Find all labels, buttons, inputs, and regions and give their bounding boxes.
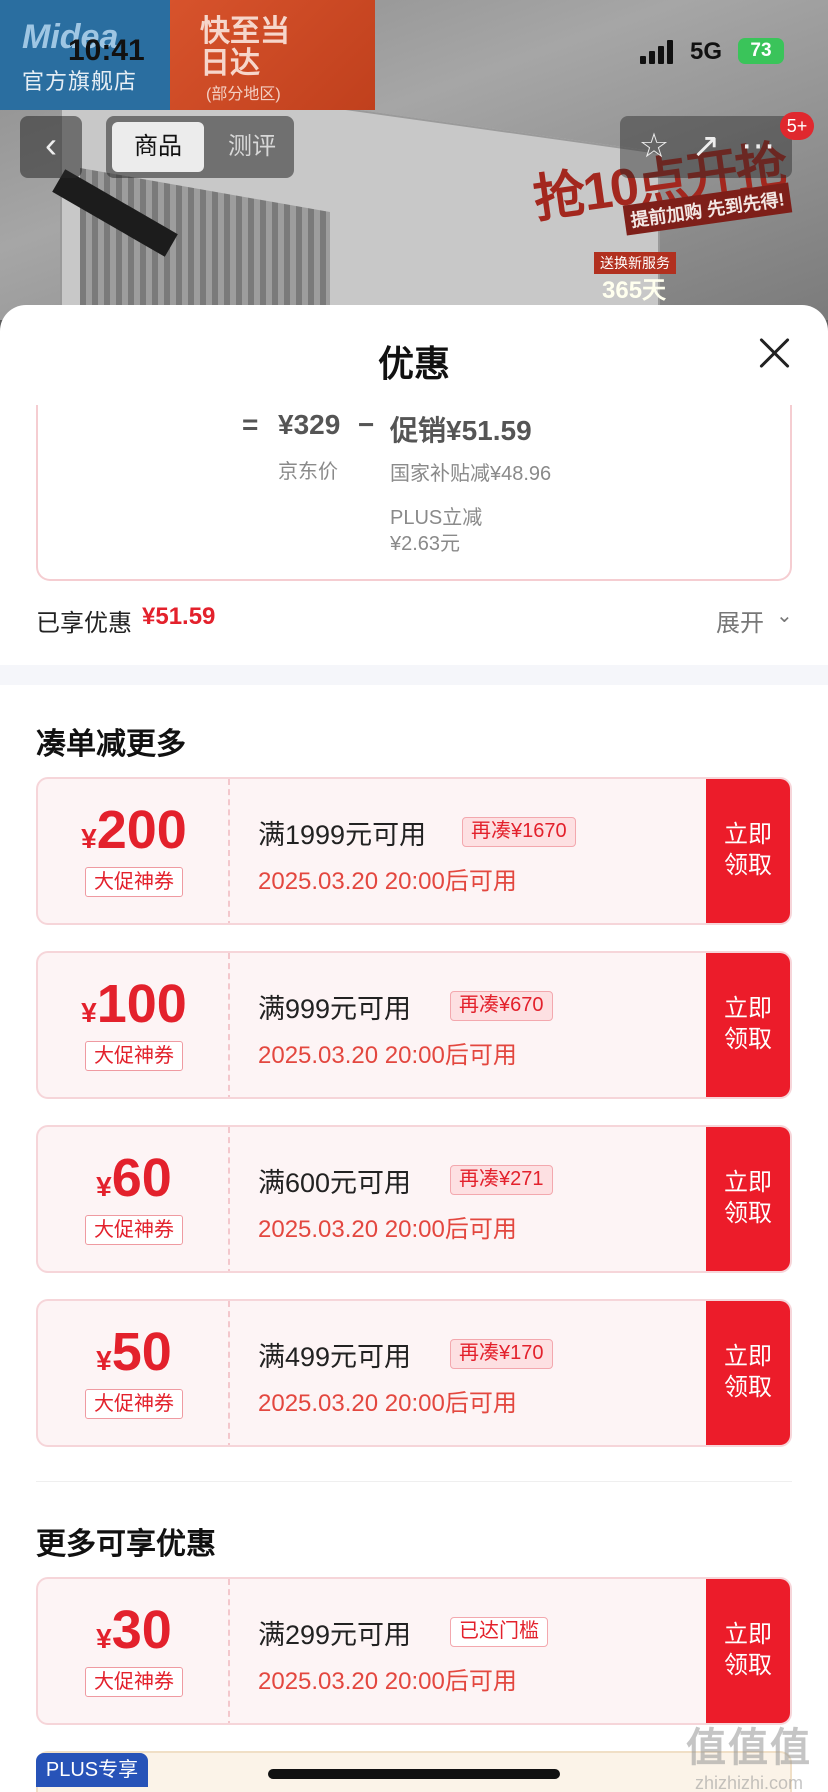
coupon-condition: 满600元可用: [258, 1168, 412, 1198]
plus-discount-value: ¥2.63元: [390, 533, 461, 555]
coupon-card: ¥60 大促神券 满600元可用 再凑¥271 2025.03.20 20:00…: [36, 1125, 792, 1273]
tab-product[interactable]: 商品: [112, 122, 204, 172]
tab-switcher: 商品 测评: [106, 116, 294, 178]
coupon-amount: ¥200: [81, 800, 187, 860]
minus-sign: −: [358, 409, 375, 440]
discount-sheet: 优惠 = ¥329 − 促销¥51.59 京东价 国家补贴减¥48.96 PLU…: [0, 305, 828, 1792]
status-time: 10:41: [68, 34, 145, 67]
close-icon[interactable]: [756, 335, 792, 371]
coupon-condition: 满1999元可用: [258, 820, 427, 850]
promo-days: 365天: [602, 277, 667, 304]
coupon-card: ¥200 大促神券 满1999元可用 再凑¥1670 2025.03.20 20…: [36, 777, 792, 925]
coupon-card: ¥50 大促神券 满499元可用 再凑¥170 2025.03.20 20:00…: [36, 1299, 792, 1447]
coupon-gap-pill: 再凑¥1670: [462, 817, 576, 847]
enjoyed-label: 已享优惠: [36, 610, 132, 637]
coupon-tag: 大促神券: [85, 1389, 183, 1419]
coupon-amount-area: ¥30 大促神券: [38, 1579, 230, 1723]
coupon-tag: 大促神券: [85, 1215, 183, 1245]
brand-name: 官方旗舰店: [22, 69, 138, 94]
signal-icon: [640, 40, 676, 64]
coupon-condition: 满999元可用: [258, 994, 412, 1024]
notification-badge: 5+: [780, 112, 814, 140]
section-divider: [0, 665, 828, 685]
coupon-time: 2025.03.20 20:00后可用: [258, 868, 517, 895]
chevron-down-icon[interactable]: ⌄: [776, 603, 793, 628]
claim-button[interactable]: 立即 领取: [706, 1301, 790, 1445]
coupon-card: ¥30 大促神券 满299元可用 已达门槛 2025.03.20 20:00后可…: [36, 1577, 792, 1725]
claim-button[interactable]: 立即 领取: [706, 1127, 790, 1271]
equals-sign: =: [242, 409, 259, 440]
promo-amount: 促销¥51.59: [390, 415, 532, 446]
coupon-amount-area: ¥60 大促神券: [38, 1127, 230, 1271]
coupon-time: 2025.03.20 20:00后可用: [258, 1216, 517, 1243]
section-title-more-available: 更多可享优惠: [36, 1528, 216, 1561]
coupon-amount: ¥50: [96, 1322, 172, 1382]
network-type: 5G: [690, 38, 723, 65]
coupon-amount: ¥100: [81, 974, 187, 1034]
chevron-left-icon: ‹: [45, 124, 57, 165]
tab-review[interactable]: 测评: [212, 122, 292, 172]
claim-button[interactable]: 立即 领取: [706, 953, 790, 1097]
watermark-url: zhizhizhi.com: [694, 1773, 804, 1792]
section-title-more-discounts: 凑单减更多: [36, 728, 186, 761]
coupon-time: 2025.03.20 20:00后可用: [258, 1042, 517, 1069]
coupon-amount: ¥60: [96, 1148, 172, 1208]
section-separator: [36, 1481, 792, 1482]
plus-discount-label: PLUS立减: [390, 507, 483, 529]
battery-icon: 73: [738, 38, 784, 64]
more-icon[interactable]: ⋯: [738, 126, 778, 166]
sheet-title: 优惠: [377, 343, 450, 384]
subsidy-line: 国家补贴减¥48.96: [390, 463, 552, 485]
coupon-time: 2025.03.20 20:00后可用: [258, 1390, 517, 1417]
coupon-tag: 大促神券: [85, 867, 183, 897]
coupon-time: 2025.03.20 20:00后可用: [258, 1668, 517, 1695]
coupon-gap-pill: 再凑¥670: [450, 991, 553, 1021]
watermark-logo: 值值值: [686, 1726, 812, 1770]
coupon-gap-pill: 再凑¥170: [450, 1339, 553, 1369]
coupon-card: ¥100 大促神券 满999元可用 再凑¥670 2025.03.20 20:0…: [36, 951, 792, 1099]
threshold-reached-pill: 已达门槛: [450, 1617, 548, 1647]
plus-exclusive-tag: PLUS专享: [36, 1753, 148, 1787]
delivery-title: 快至当日达: [200, 15, 290, 80]
claim-button[interactable]: 立即 领取: [706, 779, 790, 923]
share-icon[interactable]: ↗: [686, 126, 726, 166]
coupon-tag: 大促神券: [85, 1041, 183, 1071]
header-actions: ☆ ↗ ⋯: [620, 116, 792, 178]
coupon-gap-pill: 再凑¥271: [450, 1165, 553, 1195]
coupon-amount-area: ¥100 大促神券: [38, 953, 230, 1097]
star-icon[interactable]: ☆: [634, 126, 674, 166]
enjoyed-value: ¥51.59: [142, 603, 216, 630]
jd-price-label: 京东价: [278, 461, 338, 483]
delivery-badge: 快至当日达 (部分地区): [170, 0, 375, 110]
claim-button[interactable]: 立即 领取: [706, 1579, 790, 1723]
coupon-tag: 大促神券: [85, 1667, 183, 1697]
home-indicator: [268, 1769, 560, 1779]
back-button[interactable]: ‹: [20, 116, 82, 178]
coupon-condition: 满299元可用: [258, 1620, 412, 1650]
jd-price: ¥329: [278, 409, 341, 440]
coupon-amount-area: ¥200 大促神券: [38, 779, 230, 923]
coupon-amount-area: ¥50 大促神券: [38, 1301, 230, 1445]
price-calculation: = ¥329 − 促销¥51.59 京东价 国家补贴减¥48.96 PLUS立减…: [36, 405, 792, 581]
coupon-amount: ¥30: [96, 1600, 172, 1660]
expand-button[interactable]: 展开: [716, 603, 764, 638]
coupon-condition: 满499元可用: [258, 1342, 412, 1372]
watermark: 值值值 zhizhizhi.com: [674, 1715, 824, 1792]
delivery-note: (部分地区): [206, 86, 281, 103]
